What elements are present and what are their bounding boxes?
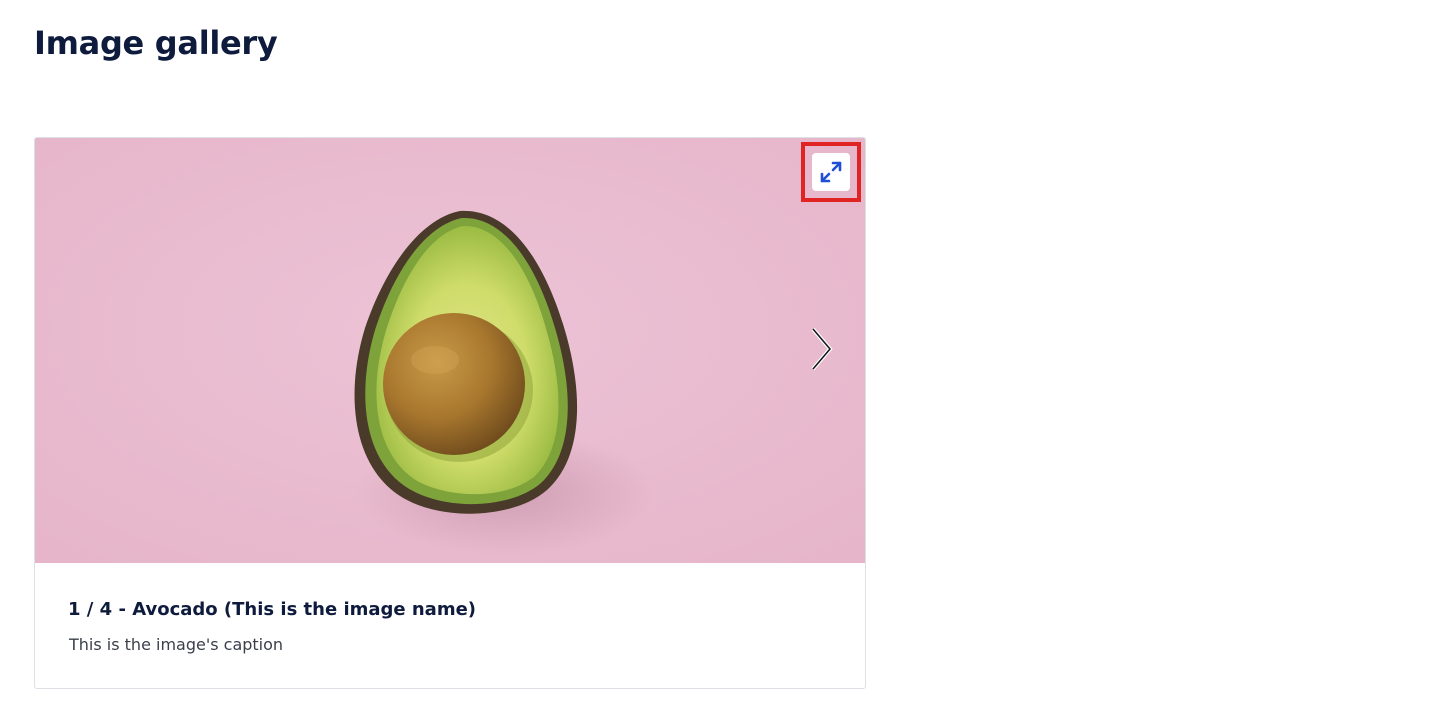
chevron-right-icon: [811, 327, 833, 371]
gallery-image: [35, 138, 865, 563]
fullscreen-button[interactable]: [801, 142, 861, 202]
image-caption: This is the image's caption: [69, 635, 284, 654]
image-name: Avocado (This is the image name): [132, 599, 477, 620]
title-separator: -: [118, 599, 126, 620]
image-title: 1 / 4 - Avocado (This is the image name): [68, 599, 476, 620]
image-caption-area: 1 / 4 - Avocado (This is the image name)…: [35, 563, 865, 688]
image-gallery-card: 1 / 4 - Avocado (This is the image name)…: [34, 137, 866, 689]
next-image-button[interactable]: [805, 324, 837, 374]
page-title: Image gallery: [34, 24, 278, 62]
avocado-image: [35, 138, 865, 563]
image-counter: 1 / 4: [68, 599, 113, 620]
expand-icon: [820, 161, 842, 183]
